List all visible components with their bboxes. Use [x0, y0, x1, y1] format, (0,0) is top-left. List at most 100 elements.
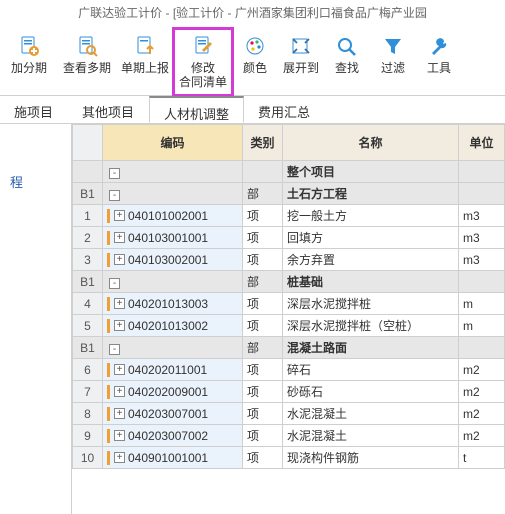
expand-toggle[interactable]: + — [114, 210, 125, 221]
expand-toggle[interactable]: + — [114, 386, 125, 397]
cell-code[interactable]: +040203007001 — [103, 403, 243, 425]
code-value: 040203007001 — [128, 407, 208, 421]
cell-code[interactable]: +040201013002 — [103, 315, 243, 337]
code-value: 040202009001 — [128, 385, 208, 399]
table-row[interactable]: 3+040103002001项余方弃置m3 — [73, 249, 505, 271]
cell-unit: m2 — [459, 359, 505, 381]
row-marker — [107, 297, 110, 311]
expand-toggle[interactable]: + — [114, 254, 125, 265]
group-row[interactable]: B1-部土石方工程 — [73, 183, 505, 205]
cell-unit: m — [459, 315, 505, 337]
cell-cat: 项 — [243, 315, 283, 337]
row-index: 8 — [73, 403, 103, 425]
row-index: B1 — [73, 183, 103, 205]
table-row[interactable]: 7+040202009001项砂砾石m2 — [73, 381, 505, 403]
cell-code[interactable]: - — [103, 337, 243, 359]
collapse-toggle[interactable]: - — [109, 168, 120, 179]
table-row[interactable]: 9+040203007002项水泥混凝土m2 — [73, 425, 505, 447]
row-marker — [107, 451, 110, 465]
cell-code[interactable]: +040203007002 — [103, 425, 243, 447]
tool-label: 过滤 — [381, 61, 405, 75]
cell-cat: 部 — [243, 183, 283, 205]
tool-filter[interactable]: 过滤 — [370, 29, 416, 95]
cell-cat — [243, 161, 283, 183]
tool-find[interactable]: 查找 — [324, 29, 370, 95]
table-row[interactable]: 6+040202011001项碎石m2 — [73, 359, 505, 381]
tool-label: 修改 合同清单 — [179, 61, 227, 89]
tool-color[interactable]: 颜色 — [232, 29, 278, 95]
expand-toggle[interactable]: + — [114, 408, 125, 419]
collapse-toggle[interactable]: - — [109, 190, 120, 201]
cell-name: 水泥混凝土 — [283, 403, 459, 425]
col-code[interactable]: 编码 — [103, 125, 243, 161]
group-row[interactable]: B1-部桩基础 — [73, 271, 505, 293]
side-item[interactable]: 程 — [0, 164, 71, 199]
cell-code[interactable]: +040101002001 — [103, 205, 243, 227]
code-value: 040202011001 — [128, 363, 207, 377]
cell-code[interactable]: +040103001001 — [103, 227, 243, 249]
tool-report-single[interactable]: 单期上报 — [116, 29, 174, 95]
cell-code[interactable]: +040202009001 — [103, 381, 243, 403]
collapse-toggle[interactable]: - — [109, 278, 120, 289]
group-row[interactable]: - 整个项目 — [73, 161, 505, 183]
table-row[interactable]: 8+040203007001项水泥混凝土m2 — [73, 403, 505, 425]
table-row[interactable]: 4+040201013003项深层水泥搅拌桩m — [73, 293, 505, 315]
collapse-toggle[interactable]: - — [109, 344, 120, 355]
table-row[interactable]: 2+040103001001项回填方m3 — [73, 227, 505, 249]
cell-unit: m3 — [459, 205, 505, 227]
cell-code[interactable]: +040103002001 — [103, 249, 243, 271]
tool-expand[interactable]: 展开到 — [278, 29, 324, 95]
row-marker — [107, 319, 110, 333]
tool-add-period[interactable]: 加分期 — [0, 29, 58, 95]
cell-unit — [459, 183, 505, 205]
table-row[interactable]: 5+040201013002项深层水泥搅拌桩（空桩）m — [73, 315, 505, 337]
cell-cat: 部 — [243, 271, 283, 293]
expand-toggle[interactable]: + — [114, 232, 125, 243]
code-value: 040203007002 — [128, 429, 208, 443]
group-row[interactable]: B1-部混凝土路面 — [73, 337, 505, 359]
expand-toggle[interactable]: + — [114, 364, 125, 375]
row-index: 10 — [73, 447, 103, 469]
tab-fee[interactable]: 费用汇总 — [244, 96, 325, 123]
cell-code[interactable]: +040201013003 — [103, 293, 243, 315]
cell-name: 整个项目 — [283, 161, 459, 183]
data-grid[interactable]: 编码 类别 名称 单位 -整个项目B1-部土石方工程1+040101002001… — [72, 124, 505, 514]
table-row[interactable]: 1+040101002001项挖一般土方m3 — [73, 205, 505, 227]
tool-label: 颜色 — [243, 61, 267, 75]
table-row[interactable]: 10+040901001001项现浇构件钢筋t — [73, 447, 505, 469]
cell-name: 余方弃置 — [283, 249, 459, 271]
wrench-icon — [425, 33, 453, 59]
col-cat[interactable]: 类别 — [243, 125, 283, 161]
expand-toggle[interactable]: + — [114, 430, 125, 441]
row-marker — [107, 253, 110, 267]
window-title: 广联达验工计价 - [验工计价 - 广州酒家集团利口福食品广梅产业园 — [0, 0, 505, 27]
tool-view-multi[interactable]: 查看多期 — [58, 29, 116, 95]
tab-adj[interactable]: 人材机调整 — [149, 96, 244, 123]
expand-toggle[interactable]: + — [114, 320, 125, 331]
col-name[interactable]: 名称 — [283, 125, 459, 161]
cell-unit: m3 — [459, 249, 505, 271]
expand-icon — [287, 33, 315, 59]
cell-unit: m2 — [459, 381, 505, 403]
cell-code[interactable]: - — [103, 271, 243, 293]
tool-label: 展开到 — [283, 61, 319, 75]
cell-code[interactable]: - — [103, 183, 243, 205]
expand-toggle[interactable]: + — [114, 452, 125, 463]
cell-name: 桩基础 — [283, 271, 459, 293]
tool-edit-contract[interactable]: 修改 合同清单 — [174, 29, 232, 95]
cell-code[interactable]: +040901001001 — [103, 447, 243, 469]
cell-code[interactable]: +040202011001 — [103, 359, 243, 381]
cell-code[interactable]: - — [103, 161, 243, 183]
tool-tools[interactable]: 工具 — [416, 29, 462, 95]
row-index — [73, 161, 103, 183]
row-index: 7 — [73, 381, 103, 403]
cell-cat: 项 — [243, 249, 283, 271]
row-index: 5 — [73, 315, 103, 337]
col-unit[interactable]: 单位 — [459, 125, 505, 161]
tab-other[interactable]: 其他项目 — [68, 96, 149, 123]
expand-toggle[interactable]: + — [114, 298, 125, 309]
cell-cat: 项 — [243, 293, 283, 315]
tab-meas[interactable]: 施项目 — [0, 96, 68, 123]
cell-cat: 项 — [243, 447, 283, 469]
row-marker — [107, 363, 110, 377]
